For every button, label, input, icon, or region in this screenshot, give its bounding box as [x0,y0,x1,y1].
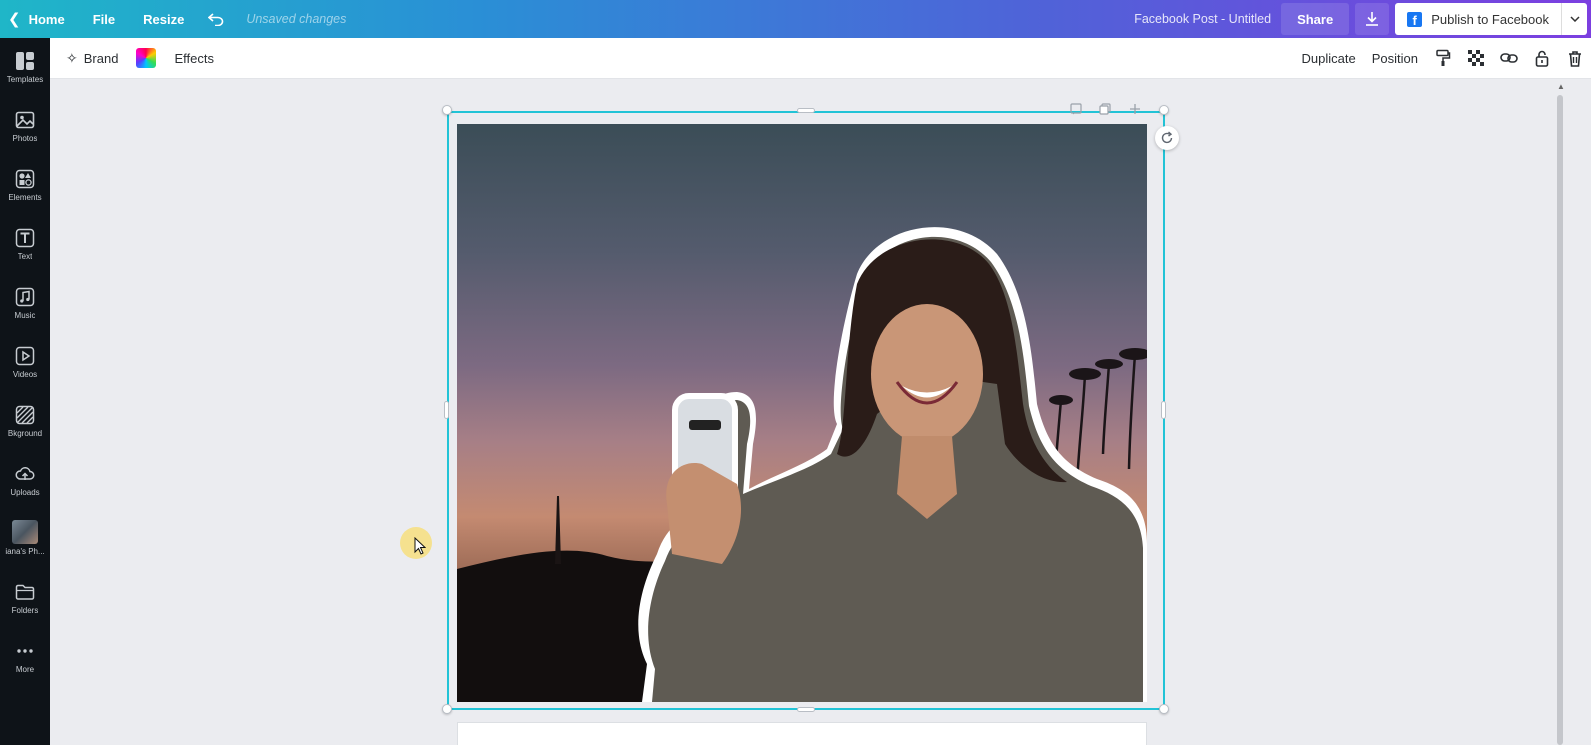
share-label: Share [1297,11,1334,27]
sidebar-item-templates[interactable]: Templates [0,44,50,100]
sidebar-label: Uploads [10,488,40,497]
duplicate-page-icon[interactable] [1097,101,1113,117]
sparkle-icon: ✧ [66,49,78,66]
page-notes-icon[interactable] [1068,101,1084,117]
resize-handle-bottom-left[interactable] [442,704,452,714]
sidebar-label: Folders [11,606,39,615]
rotate-button[interactable] [1155,126,1179,150]
sidebar-item-uploads[interactable]: Uploads [0,457,50,513]
trash-icon [1568,50,1581,67]
effects-button[interactable]: Effects [166,38,222,79]
folders-icon [14,581,36,603]
sidebar-item-videos[interactable]: Videos [0,339,50,395]
scroll-up-icon[interactable]: ▲ [1557,82,1565,91]
home-label: Home [28,11,65,27]
uploads-icon [14,463,36,485]
lock-button[interactable] [1525,38,1558,79]
text-icon [14,227,36,249]
document-title[interactable]: Facebook Post - Untitled [1134,12,1271,26]
sidebar-item-music[interactable]: Music [0,280,50,336]
copy-style-button[interactable] [1426,38,1459,79]
position-label: Position [1371,50,1418,66]
resize-handle-top-right[interactable] [1159,105,1169,115]
file-label: File [92,11,116,27]
mouse-cursor-icon [414,537,426,555]
sidebar-label: Elements [8,193,42,202]
photos-icon [14,109,36,131]
duplicate-button[interactable]: Duplicate [1294,38,1364,79]
resize-handle-bottom-right[interactable] [1159,704,1169,714]
editor-toolbar: ✧ Brand Effects Duplicate Position [50,38,1591,79]
publish-label: Publish to Facebook [1431,11,1549,27]
transparency-icon [1467,50,1484,66]
resize-label: Resize [143,11,185,27]
resize-handle-top[interactable] [797,108,815,113]
sidebar-item-folder-photos[interactable]: iana's Ph... [0,516,50,572]
home-button[interactable]: ❮ Home [0,0,79,38]
chevron-left-icon: ❮ [8,11,21,28]
undo-icon [208,13,224,26]
more-icon [14,640,36,662]
resize-handle-left[interactable] [444,401,449,419]
sidebar-label: Photos [12,134,38,143]
share-button[interactable]: Share [1281,3,1350,35]
paint-roller-icon [1435,49,1450,66]
download-icon [1366,12,1379,26]
publish-to-facebook-button[interactable]: f Publish to Facebook [1395,3,1561,35]
download-button[interactable] [1355,3,1390,35]
sidebar-label: iana's Ph... [5,547,45,556]
sidebar-item-photos[interactable]: Photos [0,103,50,159]
link-icon [1499,53,1518,63]
sidebar-label: Bkground [7,429,43,438]
sidebar-label: Music [14,311,36,320]
top-bar: ❮ Home File Resize Unsaved changes Faceb… [0,0,1591,38]
lock-icon [1535,50,1548,67]
chevron-down-icon [1569,16,1580,22]
sidebar-item-more[interactable]: More [0,634,50,690]
brand-button[interactable]: ✧ Brand [58,38,126,79]
link-button[interactable] [1492,38,1525,79]
design-page[interactable] [457,124,1147,702]
brand-label: Brand [83,50,119,66]
folder-thumbnail [12,520,38,544]
duplicate-label: Duplicate [1301,50,1356,66]
file-menu-button[interactable]: File [79,0,129,38]
position-button[interactable]: Position [1364,38,1426,79]
sidebar-label: Text [17,252,33,261]
resize-handle-top-left[interactable] [442,105,452,115]
facebook-icon: f [1407,11,1423,27]
rotate-icon [1161,131,1173,144]
vertical-scrollbar[interactable] [1557,95,1563,745]
publish-options-dropdown[interactable] [1561,3,1587,35]
photo-scene [457,227,1147,702]
undo-button[interactable] [198,0,234,38]
sidebar-item-text[interactable]: Text [0,221,50,277]
sidebar-item-folders[interactable]: Folders [0,575,50,631]
sidebar-item-elements[interactable]: Elements [0,162,50,218]
effects-label: Effects [174,50,214,66]
left-sidebar: Templates Photos Elements Text Music Vid… [0,38,50,745]
color-picker-icon[interactable] [136,48,157,68]
add-page-icon[interactable] [1127,101,1143,117]
sidebar-item-background[interactable]: Bkground [0,398,50,454]
resize-handle-bottom[interactable] [797,707,815,712]
transparency-button[interactable] [1459,38,1492,79]
background-icon [14,404,36,426]
sidebar-label: Templates [6,75,44,84]
videos-icon [14,345,36,367]
resize-handle-right[interactable] [1161,401,1166,419]
sidebar-label: Videos [12,370,38,379]
next-page-preview[interactable] [457,722,1147,745]
unsaved-changes-status: Unsaved changes [246,12,347,26]
delete-button[interactable] [1558,38,1591,79]
templates-icon [14,50,36,72]
music-icon [14,286,36,308]
sidebar-label: More [15,665,35,674]
resize-button[interactable]: Resize [129,0,198,38]
elements-icon [14,168,36,190]
